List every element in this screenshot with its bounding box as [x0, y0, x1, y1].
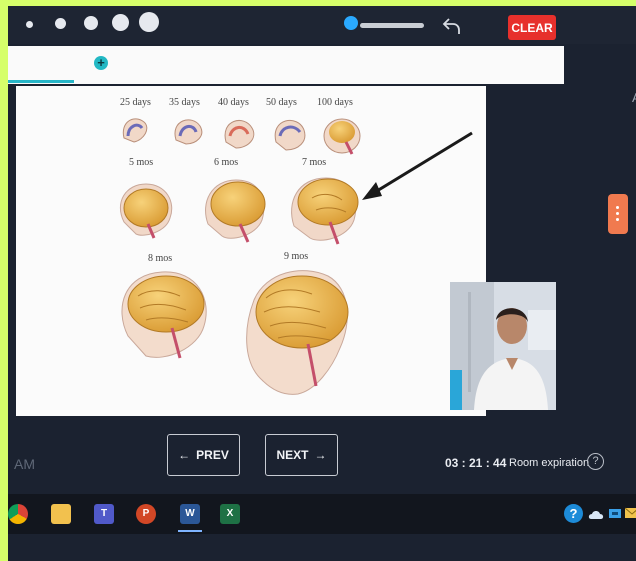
- clipped-text: A: [632, 90, 636, 105]
- embryo-brain-100-days: [324, 119, 360, 154]
- presenter-video-feed: [450, 282, 556, 410]
- fetal-brain-5-mos: [120, 184, 171, 238]
- help-icon[interactable]: ?: [587, 453, 604, 470]
- mail-icon[interactable]: [625, 507, 636, 519]
- brush-size-1[interactable]: [26, 21, 33, 28]
- fetal-brain-9-mos: [247, 271, 348, 395]
- opacity-slider-track[interactable]: [360, 23, 424, 28]
- next-button[interactable]: NEXT →: [265, 434, 338, 476]
- teams-icon[interactable]: T: [94, 504, 114, 524]
- webcam-video: [450, 282, 556, 410]
- fetal-brain-8-mos: [122, 272, 206, 358]
- plus-icon: +: [97, 55, 105, 70]
- network-icon[interactable]: [607, 506, 623, 522]
- brain-development-illustration: [16, 86, 486, 416]
- screen: CLEAR + 25 days 35 days 40 days 50 days …: [8, 6, 636, 561]
- arrow-left-icon: ←: [178, 448, 190, 462]
- clipped-clock-text: AM: [14, 456, 35, 472]
- fetal-brain-7-mos: [292, 178, 358, 244]
- board-tab-bar: +: [8, 46, 564, 84]
- opacity-slider-knob[interactable]: [344, 16, 358, 30]
- taskbar: T P W X ?: [8, 494, 636, 534]
- help-icon[interactable]: ?: [564, 504, 583, 523]
- arrow-right-icon: →: [315, 448, 327, 462]
- active-tab-indicator: [8, 80, 74, 83]
- presentation-slide: 25 days 35 days 40 days 50 days 100 days…: [16, 86, 486, 416]
- clear-button[interactable]: CLEAR: [508, 15, 556, 40]
- chrome-icon[interactable]: [8, 504, 28, 524]
- fetal-brain-6-mos: [206, 180, 265, 242]
- next-label: NEXT: [276, 448, 308, 462]
- prev-label: PREV: [196, 448, 229, 462]
- embryo-brain-25-days: [123, 119, 147, 142]
- more-vertical-icon: [616, 206, 619, 209]
- add-tab-button[interactable]: +: [94, 56, 108, 70]
- file-explorer-icon[interactable]: [51, 504, 71, 524]
- embryo-brain-35-days: [175, 120, 202, 144]
- brush-size-3[interactable]: [84, 16, 98, 30]
- prev-button[interactable]: ← PREV: [167, 434, 240, 476]
- word-icon[interactable]: W: [180, 504, 200, 524]
- onedrive-icon[interactable]: [588, 508, 604, 520]
- embryo-brain-50-days: [275, 120, 305, 150]
- brush-size-5[interactable]: [139, 12, 159, 32]
- room-timer: 03 : 21 : 44: [445, 456, 506, 470]
- undo-icon[interactable]: [440, 14, 464, 38]
- powerpoint-icon[interactable]: P: [136, 504, 156, 524]
- toolbar: CLEAR: [8, 6, 636, 44]
- side-panel-toggle[interactable]: [608, 194, 628, 234]
- embryo-brain-40-days: [225, 120, 254, 148]
- excel-icon[interactable]: X: [220, 504, 240, 524]
- active-app-indicator: [178, 530, 202, 532]
- brush-size-2[interactable]: [55, 18, 66, 29]
- brush-size-4[interactable]: [112, 14, 129, 31]
- annotation-arrow: [362, 133, 472, 200]
- room-expiration-label: Room expiration: [509, 457, 589, 469]
